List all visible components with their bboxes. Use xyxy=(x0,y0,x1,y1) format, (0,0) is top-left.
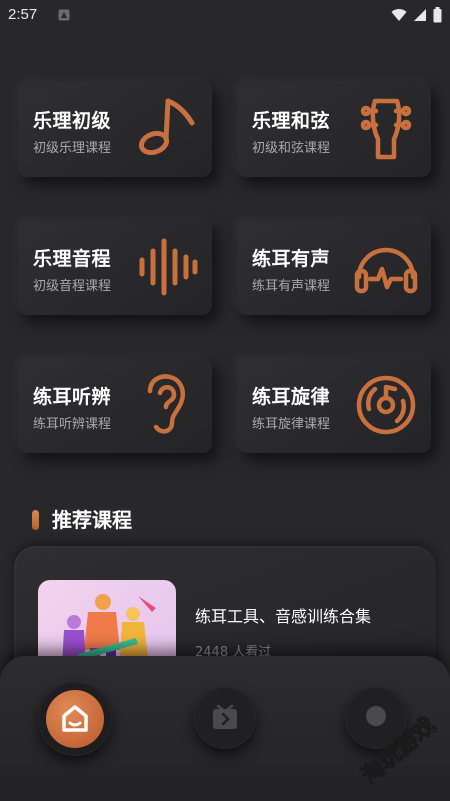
wifi-icon xyxy=(391,9,407,21)
card-subtitle: 练耳旋律课程 xyxy=(252,417,331,432)
card-title: 乐理初级 xyxy=(33,110,112,132)
card-subtitle: 初级和弦课程 xyxy=(252,141,331,156)
card-subtitle: 初级音程课程 xyxy=(33,279,112,294)
battery-icon xyxy=(433,7,442,23)
nav-home-active-bg xyxy=(46,690,104,748)
card-subtitle: 练耳听辨课程 xyxy=(33,417,112,432)
card-title: 练耳听辨 xyxy=(33,386,112,408)
watermark-logo: 淘玩游戏 xyxy=(356,712,441,789)
course-card-ear-training-melody[interactable]: 练耳旋律 练耳旋律课程 xyxy=(237,357,431,453)
notification-app-icon xyxy=(58,9,70,21)
status-time: 2:57 xyxy=(8,6,38,23)
course-card-ear-training-listening[interactable]: 练耳听辨 练耳听辨课程 xyxy=(18,357,212,453)
course-card-music-theory-intervals[interactable]: 乐理音程 初级音程课程 xyxy=(18,219,212,315)
card-title: 乐理音程 xyxy=(33,248,112,270)
vinyl-disc-icon xyxy=(356,375,416,435)
music-note-icon xyxy=(138,98,195,156)
ear-icon xyxy=(147,374,185,434)
card-title: 练耳有声 xyxy=(252,248,331,270)
play-icon xyxy=(213,704,237,729)
status-bar: 2:57 xyxy=(0,0,450,30)
card-subtitle: 初级乐理课程 xyxy=(33,141,112,156)
section-title: 推荐课程 xyxy=(52,508,132,532)
recommended-course-title: 练耳工具、音感训练合集 xyxy=(195,607,372,626)
course-card-ear-training-sound[interactable]: 练耳有声 练耳有声课程 xyxy=(237,219,431,315)
card-subtitle: 练耳有声课程 xyxy=(252,279,331,294)
home-icon xyxy=(62,705,88,732)
svg-text:淘玩游戏: 淘玩游戏 xyxy=(357,713,441,789)
headphones-icon xyxy=(354,247,418,294)
nav-video-button[interactable] xyxy=(194,687,256,749)
course-card-music-theory-basic[interactable]: 乐理初级 初级乐理课程 xyxy=(18,81,212,177)
guitar-head-icon xyxy=(360,98,412,160)
cellular-signal-icon xyxy=(414,9,426,21)
course-card-music-theory-chords[interactable]: 乐理和弦 初级和弦课程 xyxy=(237,81,431,177)
section-accent-bar xyxy=(32,510,39,530)
card-title: 练耳旋律 xyxy=(252,386,331,408)
card-title: 乐理和弦 xyxy=(252,110,331,132)
sound-wave-icon xyxy=(139,238,198,296)
status-icons xyxy=(391,7,442,23)
nav-home-button[interactable] xyxy=(38,682,112,756)
